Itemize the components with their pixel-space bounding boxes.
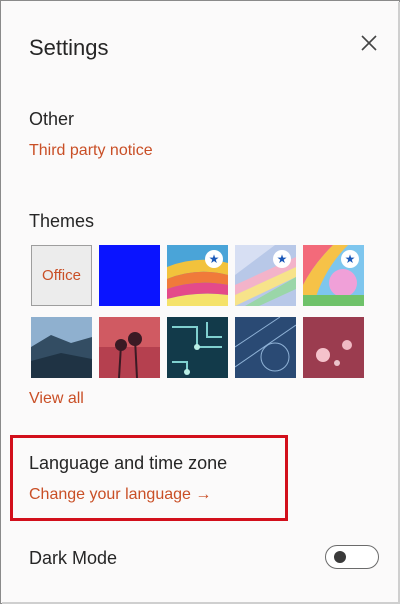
theme-tile-lights[interactable] bbox=[303, 317, 364, 378]
theme-tile-rainbow[interactable]: ★ bbox=[167, 245, 228, 306]
star-icon: ★ bbox=[205, 250, 223, 268]
settings-panel: Settings Other Third party notice Themes… bbox=[0, 0, 400, 604]
theme-tile-mountains[interactable] bbox=[31, 317, 92, 378]
third-party-notice-link[interactable]: Third party notice bbox=[29, 142, 153, 160]
theme-tile-circuit[interactable] bbox=[167, 317, 228, 378]
theme-tile-label: Office bbox=[42, 267, 81, 284]
theme-tile-pastel[interactable]: ★ bbox=[235, 245, 296, 306]
star-icon: ★ bbox=[273, 250, 291, 268]
page-title: Settings bbox=[29, 35, 109, 60]
toggle-knob bbox=[334, 551, 346, 563]
theme-tile-blue[interactable] bbox=[99, 245, 160, 306]
theme-tile-palms[interactable] bbox=[99, 317, 160, 378]
other-heading: Other bbox=[29, 109, 75, 129]
themes-heading: Themes bbox=[29, 211, 95, 231]
view-all-themes-link[interactable]: View all bbox=[29, 390, 84, 408]
dark-mode-label: Dark Mode bbox=[29, 548, 118, 568]
dark-mode-toggle[interactable] bbox=[325, 545, 379, 569]
close-icon[interactable] bbox=[359, 33, 379, 53]
theme-tile-office[interactable]: Office bbox=[31, 245, 92, 306]
highlight-box bbox=[10, 435, 288, 521]
theme-tile-blueprint[interactable] bbox=[235, 317, 296, 378]
theme-tile-unicorn[interactable]: ★ bbox=[303, 245, 364, 306]
star-icon: ★ bbox=[341, 250, 359, 268]
